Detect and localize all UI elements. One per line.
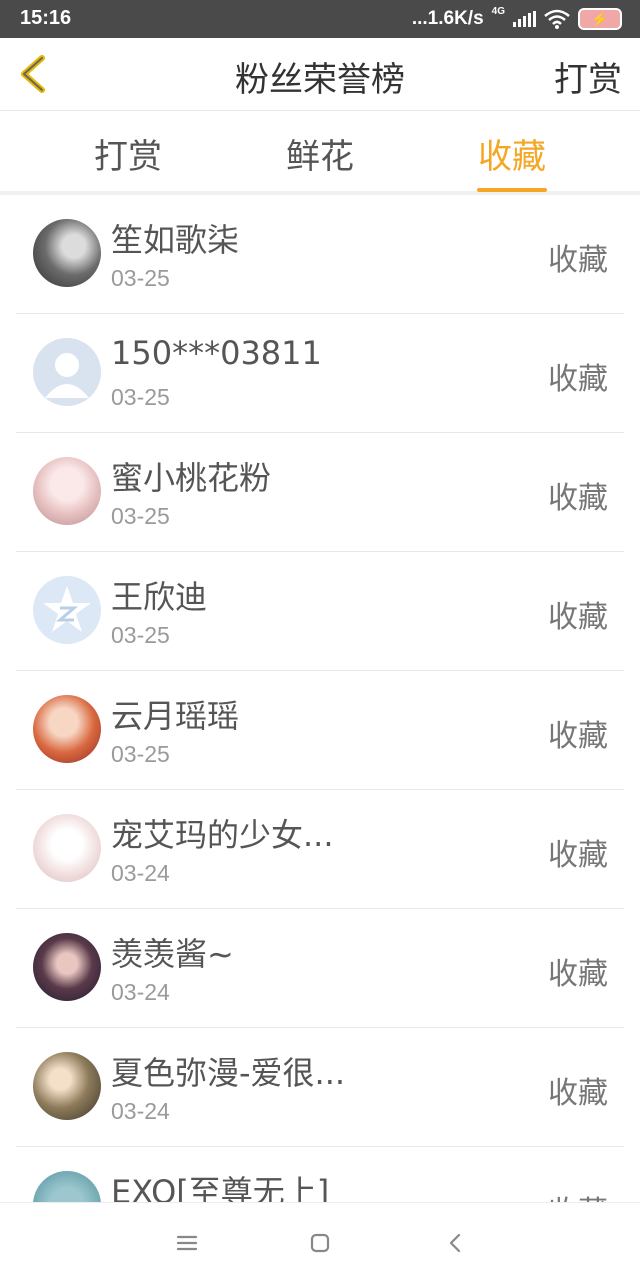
tab-label: 打赏 [94,137,162,177]
fan-name: 云月瑶瑶 [111,697,240,735]
net-speed: ...1.6K/s [411,8,484,29]
fan-name: EXO[至尊无上] [111,1173,330,1202]
star-logo-icon [43,586,91,632]
fan-action-tag: 收藏 [548,719,608,754]
tab-flowers[interactable]: 鲜花 [250,129,390,178]
fan-name: 夏色弥漫-爱很... [111,1054,346,1092]
fan-date: 03-25 [111,384,170,410]
list-item[interactable]: EXO[至尊无上] 03-24 收藏 [16,1147,624,1202]
system-nav-bar [0,1202,640,1281]
fan-action-tag: 收藏 [548,957,608,992]
fan-date: 03-24 [111,860,170,886]
fan-action-tag: 收藏 [548,600,608,635]
tab-collect[interactable]: 收藏 [442,129,582,192]
fan-name: 王欣迪 [111,578,208,616]
list-item[interactable]: 150***03811 03-25 收藏 [16,314,624,433]
list-item[interactable]: 笙如歌柒 03-25 收藏 [16,195,624,314]
list-item[interactable]: 宠艾玛的少女... 03-24 收藏 [16,790,624,909]
fan-name: 宠艾玛的少女... [111,816,334,854]
page-title: 粉丝荣誉榜 [235,60,405,100]
signal-icon [513,11,536,27]
fan-name: 羡羡酱~ [111,935,234,973]
reward-button[interactable]: 打赏 [554,52,622,101]
fan-action-tag: 收藏 [548,1187,608,1202]
fan-action-tag: 收藏 [548,481,608,516]
fan-action-tag: 收藏 [548,362,608,397]
avatar [33,933,101,1001]
menu-icon[interactable] [175,1231,199,1255]
status-right: ...1.6K/s 4G ⚡ [412,6,622,32]
fan-name: 150***03811 [111,334,322,372]
back-triangle-icon[interactable] [444,1231,468,1255]
app-header: 粉丝荣誉榜 打赏 [0,38,640,111]
fan-date: 03-25 [111,503,170,529]
fan-action-tag: 收藏 [548,243,608,278]
home-square-icon[interactable] [308,1231,332,1255]
avatar [33,219,101,287]
tab-label: 鲜花 [286,137,354,177]
fan-name: 蜜小桃花粉 [111,459,272,497]
list-item[interactable]: 羡羡酱~ 03-24 收藏 [16,909,624,1028]
default-user-icon [45,353,89,398]
fan-action-tag: 收藏 [548,1076,608,1111]
status-bar: 15:16 ...1.6K/s 4G ⚡ [0,0,640,38]
network-type: 4G [491,6,505,17]
avatar [33,695,101,763]
avatar [33,814,101,882]
tab-active-underline [477,188,547,192]
fan-date: 03-25 [111,741,170,767]
battery-icon: ⚡ [578,8,622,30]
fan-date: 03-25 [111,265,170,291]
tab-bar: 打赏 鲜花 收藏 [0,111,640,195]
wifi-icon [544,9,570,29]
avatar [33,576,101,644]
tab-label: 收藏 [478,137,546,177]
fan-name: 笙如歌柒 [111,221,240,259]
list-item[interactable]: 蜜小桃花粉 03-25 收藏 [16,433,624,552]
list-item[interactable]: 王欣迪 03-25 收藏 [16,552,624,671]
fan-list[interactable]: 笙如歌柒 03-25 收藏 150***03811 03-25 收藏 蜜小桃花粉… [0,195,640,1202]
status-time: 15:16 [20,7,72,29]
fan-date: 03-25 [111,622,170,648]
avatar [33,457,101,525]
fan-date: 03-24 [111,979,170,1005]
fan-date: 03-24 [111,1098,170,1124]
list-item[interactable]: 云月瑶瑶 03-25 收藏 [16,671,624,790]
avatar [33,1171,101,1202]
list-item[interactable]: 夏色弥漫-爱很... 03-24 收藏 [16,1028,624,1147]
avatar [33,1052,101,1120]
avatar [33,338,101,406]
tab-reward[interactable]: 打赏 [58,129,198,178]
fan-action-tag: 收藏 [548,838,608,873]
